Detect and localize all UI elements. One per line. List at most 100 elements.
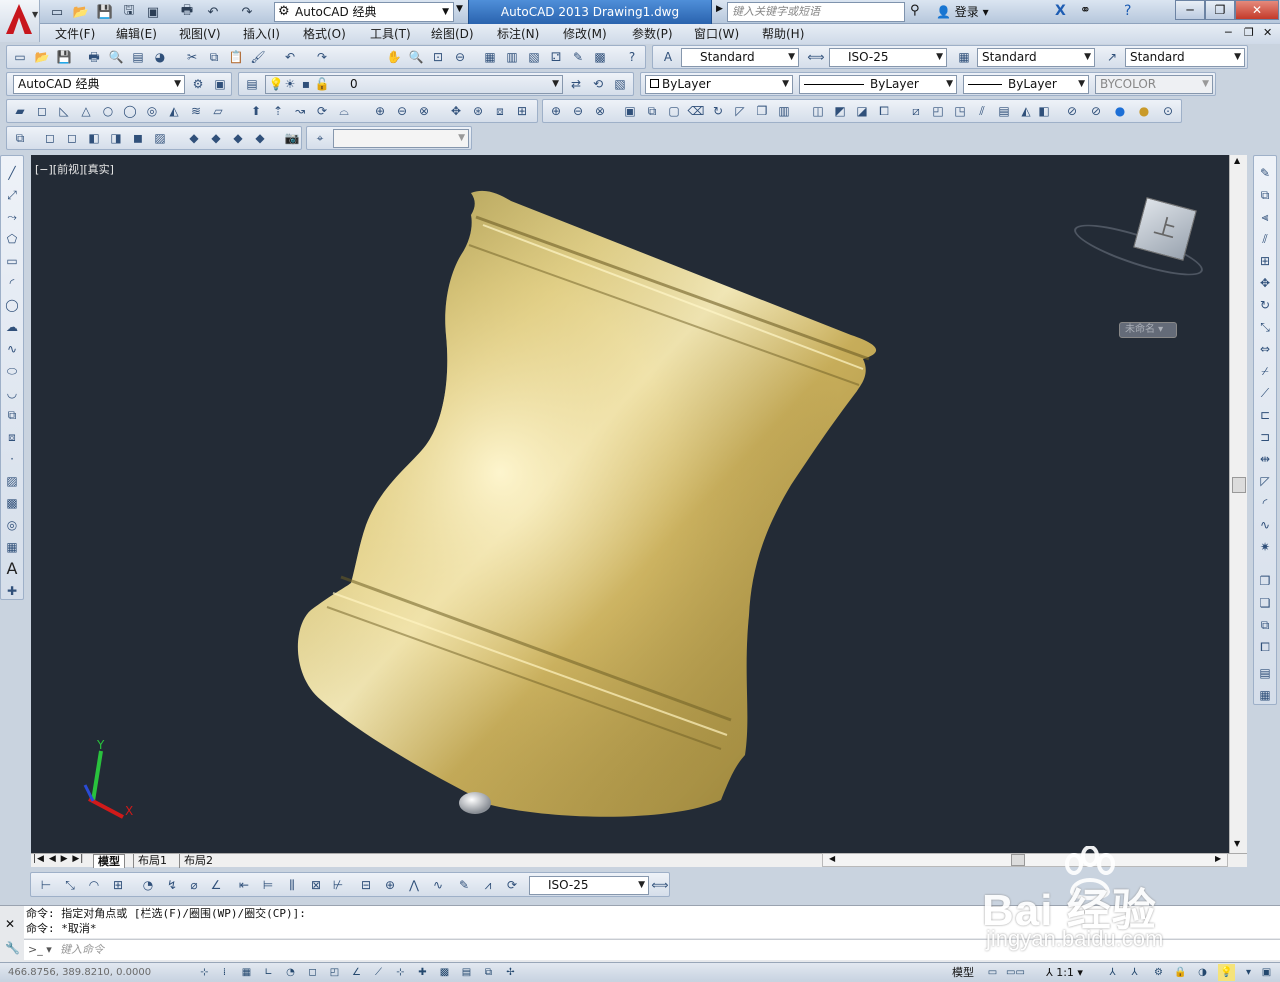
match-properties-icon[interactable]: 🖌 <box>249 48 267 66</box>
linetype-select[interactable]: ByLayer ▼ <box>799 75 957 94</box>
binoculars-icon[interactable]: ⚲ <box>910 3 920 18</box>
right-view-icon[interactable]: ◨ <box>107 129 125 147</box>
baseline-dim-icon[interactable]: ⊨ <box>259 876 277 894</box>
layer-state-icon[interactable]: ▧ <box>611 75 629 93</box>
lock-ui-icon[interactable]: 🔒 <box>1172 964 1189 981</box>
arc-length-icon[interactable]: ◠ <box>85 876 103 894</box>
export-icon[interactable]: ▣ <box>144 3 162 21</box>
back-view-icon[interactable]: ▨ <box>151 129 169 147</box>
draw-order-front-icon[interactable]: ❐ <box>1256 572 1274 590</box>
markup-icon[interactable]: ✎ <box>569 48 587 66</box>
ucs-menu-button[interactable]: 未命名 ▾ <box>1119 322 1177 338</box>
text-to-front-icon[interactable]: ▤ <box>1256 664 1274 682</box>
hatch-icon[interactable]: ▨ <box>3 472 21 490</box>
dim-style-manager-icon[interactable]: ⟺ <box>651 876 669 894</box>
close-command-icon[interactable]: ✕ <box>5 917 15 931</box>
stretch-icon[interactable]: ⇔ <box>1256 340 1274 358</box>
transparency-icon[interactable]: ▩ <box>436 964 453 981</box>
box-icon[interactable]: ◻ <box>33 102 51 120</box>
login-link[interactable]: 👤 登录 ▾ <box>936 3 989 21</box>
polygon-icon[interactable]: ⬠ <box>3 230 21 248</box>
revision-cloud-icon[interactable]: ☁ <box>3 318 21 336</box>
cut-icon[interactable]: ✂ <box>183 48 201 66</box>
3d-print-icon[interactable]: ◕ <box>151 48 169 66</box>
diameter-dim-icon[interactable]: ⌀ <box>185 876 203 894</box>
separate-icon[interactable]: ⧄ <box>907 102 925 120</box>
qat-dropdown-icon[interactable]: ▼ <box>456 4 463 14</box>
publish-icon[interactable]: ▤ <box>129 48 147 66</box>
zoom-window-icon[interactable]: ⊡ <box>429 48 447 66</box>
loft-icon[interactable]: ⌓ <box>335 102 353 120</box>
menu-tools[interactable]: 工具(T) <box>370 24 411 44</box>
union-icon[interactable]: ⊕ <box>547 102 565 120</box>
dim-break-icon[interactable]: ⊬ <box>329 876 347 894</box>
layer-previous-icon[interactable]: ⟲ <box>589 75 607 93</box>
3d-model-canvas[interactable]: Y X <box>31 155 1229 853</box>
torus-icon[interactable]: ◎ <box>143 102 161 120</box>
menu-modify[interactable]: 修改(M) <box>563 24 607 44</box>
object-snap-tracking-icon[interactable]: ∠ <box>348 964 365 981</box>
3d-rotate-icon[interactable]: ⊛ <box>469 102 487 120</box>
connect-icon[interactable]: ⚭ <box>1080 3 1091 18</box>
menu-parametric[interactable]: 参数(P) <box>632 24 673 44</box>
save-icon[interactable]: 💾 <box>55 48 73 66</box>
conceptual-icon[interactable]: ● <box>1135 102 1153 120</box>
revolve-icon[interactable]: ⟳ <box>313 102 331 120</box>
hatch-to-back-icon[interactable]: ▦ <box>1256 686 1274 704</box>
menu-edit[interactable]: 编辑(E) <box>116 24 157 44</box>
rotate-faces-icon[interactable]: ↻ <box>709 102 727 120</box>
named-views-icon[interactable]: ⧉ <box>11 129 29 147</box>
join-icon[interactable]: ⇹ <box>1256 450 1274 468</box>
se-iso-icon[interactable]: ◆ <box>207 129 225 147</box>
table-style-icon[interactable]: ▦ <box>955 48 973 66</box>
ordinate-dim-icon[interactable]: ⊞ <box>109 876 127 894</box>
color-select[interactable]: ByLayer ▼ <box>645 75 793 94</box>
help-icon[interactable]: ? <box>623 48 641 66</box>
imprint-icon[interactable]: ◪ <box>853 102 871 120</box>
doc-minimize-icon[interactable]: ─ <box>1225 26 1232 39</box>
dynamic-input-icon[interactable]: ⊹ <box>392 964 409 981</box>
selection-cycling-icon[interactable]: ⧉ <box>480 964 497 981</box>
quick-view-layouts-icon[interactable]: ▭ <box>984 964 1001 981</box>
gradient-icon[interactable]: ▩ <box>3 494 21 512</box>
pyramid-icon[interactable]: ◭ <box>165 102 183 120</box>
snap-mode-icon[interactable]: ⁞ <box>216 964 233 981</box>
clean-screen-icon[interactable]: ▣ <box>1258 964 1275 981</box>
extrude-faces-icon[interactable]: ▣ <box>621 102 639 120</box>
annotation-monitor-icon[interactable]: ✢ <box>502 964 519 981</box>
dynamic-ucs-icon[interactable]: ⟋ <box>370 964 387 981</box>
nw-iso-icon[interactable]: ◆ <box>251 129 269 147</box>
open-icon[interactable]: 📂 <box>72 3 90 21</box>
break-icon[interactable]: ⊐ <box>1256 428 1274 446</box>
help-icon[interactable]: ? <box>1124 3 1131 19</box>
tab-layout2[interactable]: 布局2 <box>179 854 217 868</box>
3d-align-icon[interactable]: ⧈ <box>491 102 509 120</box>
infer-constraints-icon[interactable]: ⊹ <box>196 964 213 981</box>
chamfer-icon[interactable]: ◸ <box>1256 472 1274 490</box>
planar-surface-icon[interactable]: ▱ <box>209 102 227 120</box>
sweep-icon[interactable]: ↝ <box>291 102 309 120</box>
open-icon[interactable]: 📂 <box>33 48 51 66</box>
plot-icon[interactable]: 🖶 <box>85 48 103 66</box>
tab-nav-icons[interactable]: |◀ ◀ ▶ ▶| <box>33 854 84 864</box>
jogged-dim-icon[interactable]: ↯ <box>163 876 181 894</box>
vertical-scrollbar[interactable]: ▲ ▼ <box>1229 155 1247 853</box>
spline-icon[interactable]: ∿ <box>3 340 21 358</box>
offset-faces-icon[interactable]: ▢ <box>665 102 683 120</box>
dim-update-icon[interactable]: ⟳ <box>503 876 521 894</box>
doc-restore-icon[interactable]: ❐ <box>1244 26 1254 39</box>
extrude-icon[interactable]: ⬆ <box>247 102 265 120</box>
copy-edges-icon[interactable]: ◫ <box>809 102 827 120</box>
maximize-button[interactable]: ❐ <box>1205 0 1235 20</box>
scroll-up-icon[interactable]: ▲ <box>1234 156 1240 165</box>
annotation-visibility-icon[interactable]: ⅄ <box>1104 964 1121 981</box>
sheet-set-icon[interactable]: ⚁ <box>547 48 565 66</box>
tolerance-icon[interactable]: ⊟ <box>357 876 375 894</box>
circle-icon[interactable]: ◯ <box>3 296 21 314</box>
ne-iso-icon[interactable]: ◆ <box>229 129 247 147</box>
inspection-icon[interactable]: ⋀ <box>405 876 423 894</box>
mleader-style-icon[interactable]: ↗ <box>1103 48 1121 66</box>
ellipse-icon[interactable]: ⬭ <box>3 362 21 380</box>
plot-icon[interactable]: 🖶 <box>178 3 196 21</box>
arc-icon[interactable]: ◜ <box>3 274 21 292</box>
